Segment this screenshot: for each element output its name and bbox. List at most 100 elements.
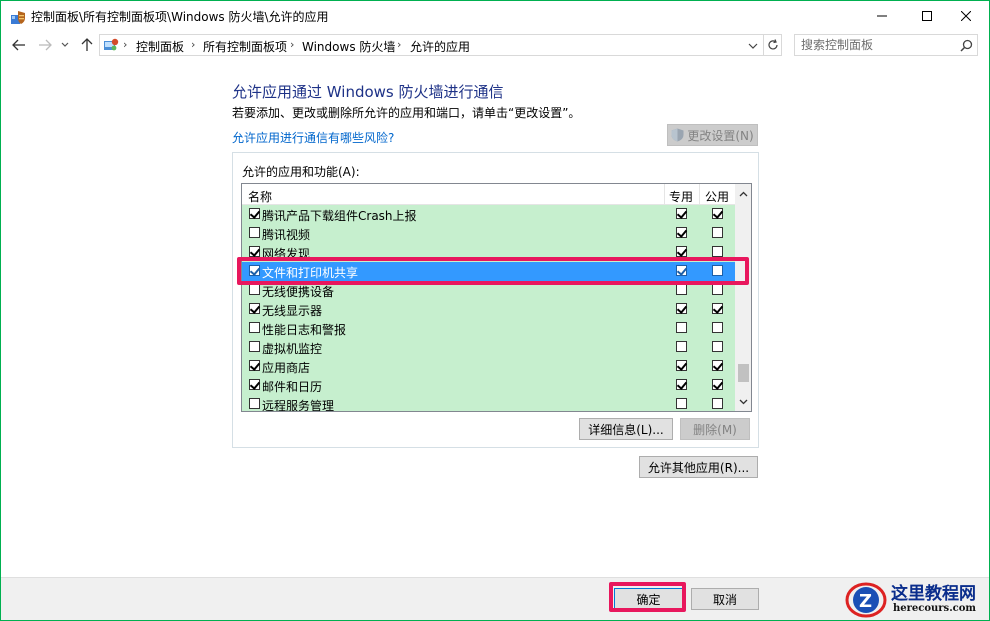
list-item[interactable]: 无线显示器 [242,300,735,319]
breadcrumb-allowed-apps[interactable]: 允许的应用 [410,38,470,55]
instructions-text: 若要添加、更改或删除所允许的应用和端口，请单击“更改设置”。 [232,106,581,120]
chevron-down-icon [748,43,758,49]
remove-button[interactable]: 删除(M) [680,418,750,440]
public-checkbox[interactable] [712,303,723,314]
enable-checkbox[interactable] [249,208,260,219]
breadcrumb-separator-icon: › [191,38,196,51]
ok-button[interactable]: 确定 [614,588,683,610]
refresh-button[interactable] [765,37,781,53]
risks-link[interactable]: 允许应用进行通信有哪些风险? [232,129,394,146]
public-checkbox[interactable] [712,341,723,352]
enable-checkbox[interactable] [249,398,260,409]
breadcrumb-separator-icon: › [123,38,128,51]
public-checkbox[interactable] [712,284,723,295]
column-header-private[interactable]: 专用 [669,188,693,205]
details-button[interactable]: 详细信息(L)... [579,418,673,440]
breadcrumb-control-panel[interactable]: 控制面板 [136,38,184,55]
enable-checkbox[interactable] [249,322,260,333]
enable-checkbox[interactable] [249,246,260,257]
enable-checkbox[interactable] [249,379,260,390]
page-heading: 允许应用通过 Windows 防火墙进行通信 [232,83,504,101]
column-header-public[interactable]: 公用 [705,188,729,205]
public-checkbox[interactable] [712,322,723,333]
enable-checkbox[interactable] [249,303,260,314]
app-name-label: 应用商店 [262,361,311,375]
search-box[interactable] [794,34,978,56]
list-item[interactable]: 无线便携设备 [242,281,735,300]
list-item[interactable]: 腾讯视频 [242,224,735,243]
search-icon[interactable] [960,39,973,52]
app-name-label: 虚拟机监控 [262,342,323,356]
firewall-app-icon [11,11,25,24]
public-checkbox[interactable] [712,265,723,276]
private-checkbox[interactable] [676,246,687,257]
list-item[interactable]: 性能日志和警报 [242,319,735,338]
breadcrumb-firewall[interactable]: Windows 防火墙 [302,38,395,55]
private-checkbox[interactable] [676,398,687,409]
refresh-icon [768,39,778,50]
enable-checkbox[interactable] [249,360,260,371]
title-bar[interactable]: 控制面板\所有控制面板项\Windows 防火墙\允许的应用 [1,1,989,31]
scroll-thumb[interactable] [738,364,749,382]
scroll-up-button[interactable] [735,185,751,202]
private-checkbox[interactable] [676,284,687,295]
address-divider [763,35,764,55]
private-checkbox[interactable] [676,303,687,314]
list-item[interactable]: 邮件和日历 [242,376,735,395]
list-item[interactable]: 网络发现 [242,243,735,262]
uac-shield-icon [671,128,684,142]
list-header: 名称 专用 公用 [242,184,735,205]
chevron-up-icon [739,191,748,196]
private-checkbox[interactable] [676,379,687,390]
app-name-label: 远程服务管理 [262,399,335,412]
forward-button[interactable] [35,35,55,55]
private-checkbox[interactable] [676,265,687,276]
search-input[interactable] [801,37,951,53]
breadcrumb-separator-icon: › [290,38,295,51]
app-name-label: 无线显示器 [262,304,323,318]
control-panel-icon [104,38,119,51]
address-bar[interactable]: › 控制面板 › 所有控制面板项 › Windows 防火墙 › 允许的应用 [99,34,782,56]
public-checkbox[interactable] [712,246,723,257]
enable-checkbox[interactable] [249,341,260,352]
back-button[interactable] [9,35,29,55]
allow-another-app-button[interactable]: 允许其他应用(R)... [639,456,758,478]
arrow-up-icon [81,38,93,51]
list-item[interactable]: 腾讯产品下载组件Crash上报 [242,205,735,224]
enable-checkbox[interactable] [249,265,260,276]
list-item[interactable]: 远程服务管理 [242,395,735,412]
breadcrumb-all-items[interactable]: 所有控制面板项 [203,38,287,55]
breadcrumb-separator-icon: › [397,38,402,51]
close-window-button[interactable] [943,1,989,31]
up-button[interactable] [77,35,97,55]
change-settings-button[interactable]: 更改设置(N) [667,124,758,146]
app-name-label: 网络发现 [262,247,311,261]
maximize-icon [922,11,932,21]
public-checkbox[interactable] [712,379,723,390]
app-name-label: 文件和打印机共享 [262,266,359,280]
public-checkbox[interactable] [712,208,723,219]
public-checkbox[interactable] [712,398,723,409]
private-checkbox[interactable] [676,360,687,371]
watermark-url: herecours.com [893,603,977,614]
list-item[interactable]: 文件和打印机共享 [242,262,735,281]
private-checkbox[interactable] [676,322,687,333]
private-checkbox[interactable] [676,208,687,219]
private-checkbox[interactable] [676,227,687,238]
allowed-apps-list[interactable]: 名称 专用 公用 腾讯产品下载组件Crash上报 腾讯视频网络发现文件和打印机共享… [241,183,752,412]
enable-checkbox[interactable] [249,227,260,238]
scroll-down-button[interactable] [735,393,751,410]
public-checkbox[interactable] [712,227,723,238]
column-header-name[interactable]: 名称 [248,188,272,205]
enable-checkbox[interactable] [249,284,260,295]
public-checkbox[interactable] [712,360,723,371]
list-item[interactable]: 虚拟机监控 [242,338,735,357]
recent-locations-button[interactable] [59,35,71,55]
minimize-button[interactable] [859,1,905,31]
change-settings-label: 更改设置(N) [687,128,754,143]
private-checkbox[interactable] [676,341,687,352]
address-history-dropdown[interactable] [746,39,760,53]
list-item[interactable]: 应用商店 [242,357,735,376]
vertical-scrollbar[interactable] [735,184,751,411]
cancel-button[interactable]: 取消 [691,588,759,610]
